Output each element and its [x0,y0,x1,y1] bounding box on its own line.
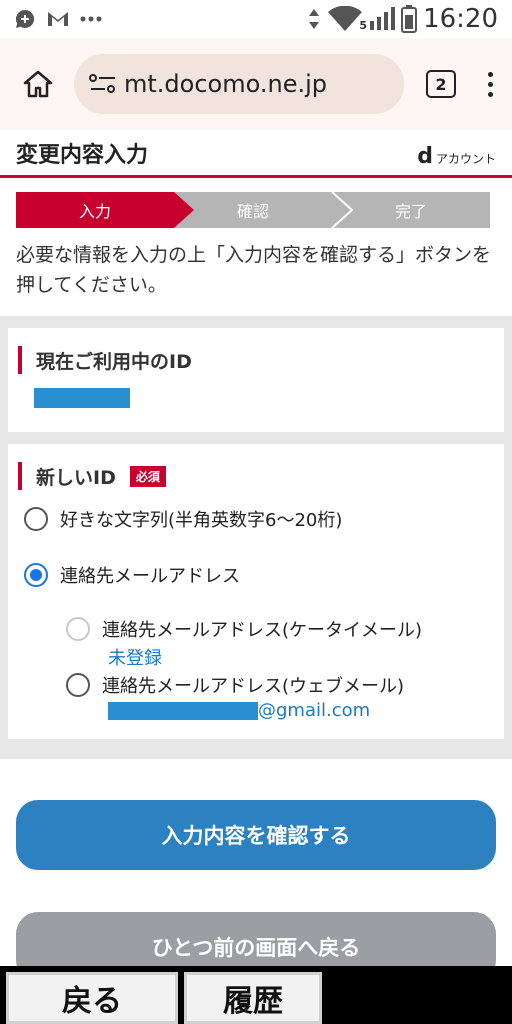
step-confirm: 確認 [174,192,332,228]
data-arrows-icon [309,9,320,29]
signal-icon [370,7,396,30]
intro-text: 必要な情報を入力の上「入力内容を確認する」ボタンを押してください。 [16,244,492,296]
step-complete: 完了 [332,192,490,228]
gmail-icon [48,12,68,26]
nav-back-button[interactable]: 戻る [6,972,178,1024]
d-account-logo: d アカウント [417,144,496,169]
more-dots-icon [80,16,102,22]
sub-option-mobile-mail: 連絡先メールアドレス(ケータイメール) [66,616,494,642]
option-custom-string-label: 好きな文字列(半角英数字6〜20桁) [60,510,343,531]
wifi-icon: 5 [327,5,367,32]
web-mail-value: @gmail.com [108,700,494,721]
sub-option-web-mail-label: 連絡先メールアドレス(ウェブメール) [102,676,405,697]
mobile-mail-value: 未登録 [108,648,162,669]
web-mail-domain: @gmail.com [258,700,371,721]
new-id-title: 新しいID 必須 [18,462,494,490]
radio-contact-email[interactable] [24,563,48,587]
site-settings-icon[interactable] [88,73,118,95]
overflow-menu-button[interactable] [480,71,500,97]
new-id-title-text: 新しいID [36,466,116,489]
network-badge: 5 [359,19,368,32]
confirm-input-button[interactable]: 入力内容を確認する [16,800,496,870]
status-bar: 5 16:20 [0,0,512,38]
home-button[interactable] [12,58,64,110]
option-custom-string[interactable]: 好きな文字列(半角英数字6〜20桁) [24,506,494,532]
page-title: 変更内容入力 [16,143,149,168]
web-mail-masked [108,701,258,720]
new-id-card: 新しいID 必須 好きな文字列(半角英数字6〜20桁) 連絡先メールアドレス 連… [8,444,504,739]
radio-web-mail[interactable] [66,673,90,697]
d-logo-mark: d [417,144,433,169]
d-logo-text: アカウント [435,152,496,166]
sub-option-mobile-mail-label: 連絡先メールアドレス(ケータイメール) [102,620,423,641]
step-indicator: 入力 確認 完了 [16,192,490,228]
step-complete-label: 完了 [394,202,427,221]
radio-custom-string[interactable] [24,507,48,531]
form-area: 現在ご利用中のID 新しいID 必須 好きな文字列(半角英数字6〜20桁) 連絡… [0,316,512,759]
bottom-nav-bar: 戻る 履歴 [0,966,512,1024]
current-id-masked [34,388,130,408]
step-confirm-label: 確認 [236,202,269,221]
home-icon [23,70,53,98]
current-id-title: 現在ご利用中のID [18,346,494,374]
step-input: 入力 [16,192,174,228]
page-header: 変更内容入力 d アカウント [0,130,512,178]
tab-switcher-button[interactable]: 2 [426,70,456,98]
current-id-card: 現在ご利用中のID [8,328,504,432]
required-badge: 必須 [129,465,166,487]
option-contact-email[interactable]: 連絡先メールアドレス [24,562,494,588]
step-input-label: 入力 [78,202,111,221]
current-id-title-text: 現在ご利用中のID [36,350,192,373]
option-contact-email-label: 連絡先メールアドレス [60,566,240,587]
url-text: mt.docomo.ne.jp [124,70,327,98]
browser-toolbar: mt.docomo.ne.jp 2 [0,38,512,130]
chat-icon [15,9,35,28]
battery-icon [401,5,418,33]
clock: 16:20 [423,4,498,34]
radio-mobile-mail [66,617,90,641]
url-bar[interactable]: mt.docomo.ne.jp [74,54,404,114]
sub-option-web-mail[interactable]: 連絡先メールアドレス(ウェブメール) [66,672,494,698]
nav-history-button[interactable]: 履歴 [184,972,322,1024]
